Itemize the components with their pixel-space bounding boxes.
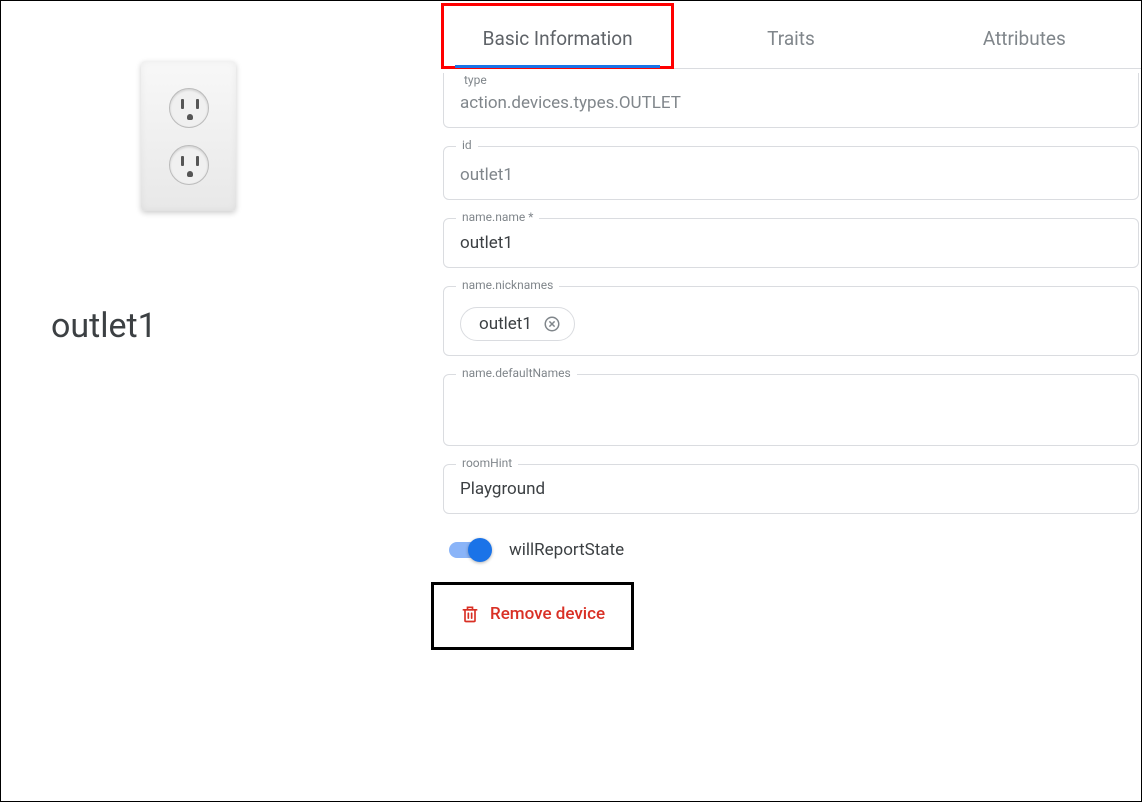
field-value: action.devices.types.OUTLET (460, 89, 1122, 113)
highlight-rectangle-remove: Remove device (431, 582, 634, 650)
field-label: name.nicknames (456, 278, 559, 292)
tabs-bar: Basic Information Traits Attributes (441, 7, 1141, 69)
field-name-nicknames[interactable]: name.nicknames outlet1 (443, 286, 1139, 356)
field-label: id (456, 138, 478, 152)
remove-device-button[interactable]: Remove device (460, 603, 605, 625)
toggle-row-willreportstate: willReportState (443, 532, 1139, 578)
name-name-input[interactable] (460, 225, 1122, 253)
chip-label: outlet1 (479, 314, 532, 334)
remove-label: Remove device (490, 604, 605, 624)
tab-attributes[interactable]: Attributes (908, 7, 1141, 68)
field-value: outlet1 (460, 153, 1122, 185)
nickname-chip[interactable]: outlet1 (460, 307, 575, 341)
roomhint-input[interactable] (460, 471, 1122, 499)
main-panel: Basic Information Traits Attributes type… (441, 1, 1141, 801)
field-roomhint[interactable]: roomHint (443, 464, 1139, 514)
outlet-socket-icon (169, 145, 209, 185)
device-image-outlet (141, 61, 236, 211)
field-id[interactable]: id outlet1 (443, 146, 1139, 200)
device-sidebar: outlet1 (1, 1, 441, 801)
field-label: name.defaultNames (456, 366, 577, 380)
toggle-knob (468, 538, 492, 562)
field-name-name[interactable]: name.name * (443, 218, 1139, 268)
field-value (460, 381, 1122, 385)
device-title: outlet1 (51, 306, 157, 346)
field-name-defaultnames[interactable]: name.defaultNames (443, 374, 1139, 446)
field-type[interactable]: type action.devices.types.OUTLET (443, 73, 1139, 128)
outlet-socket-icon (169, 88, 209, 128)
chip-remove-icon[interactable] (542, 314, 562, 334)
tab-label: Traits (767, 27, 815, 50)
willreportstate-toggle[interactable] (449, 542, 489, 558)
tab-traits[interactable]: Traits (674, 7, 907, 68)
field-label: name.name * (456, 210, 539, 224)
tab-basic-information[interactable]: Basic Information (441, 7, 674, 68)
field-label: type (460, 73, 1122, 87)
tab-label: Attributes (983, 27, 1066, 50)
trash-icon (460, 603, 480, 625)
tab-label: Basic Information (483, 27, 633, 50)
form-area: type action.devices.types.OUTLET id outl… (441, 69, 1141, 670)
toggle-label: willReportState (509, 540, 624, 560)
field-label: roomHint (456, 456, 518, 470)
